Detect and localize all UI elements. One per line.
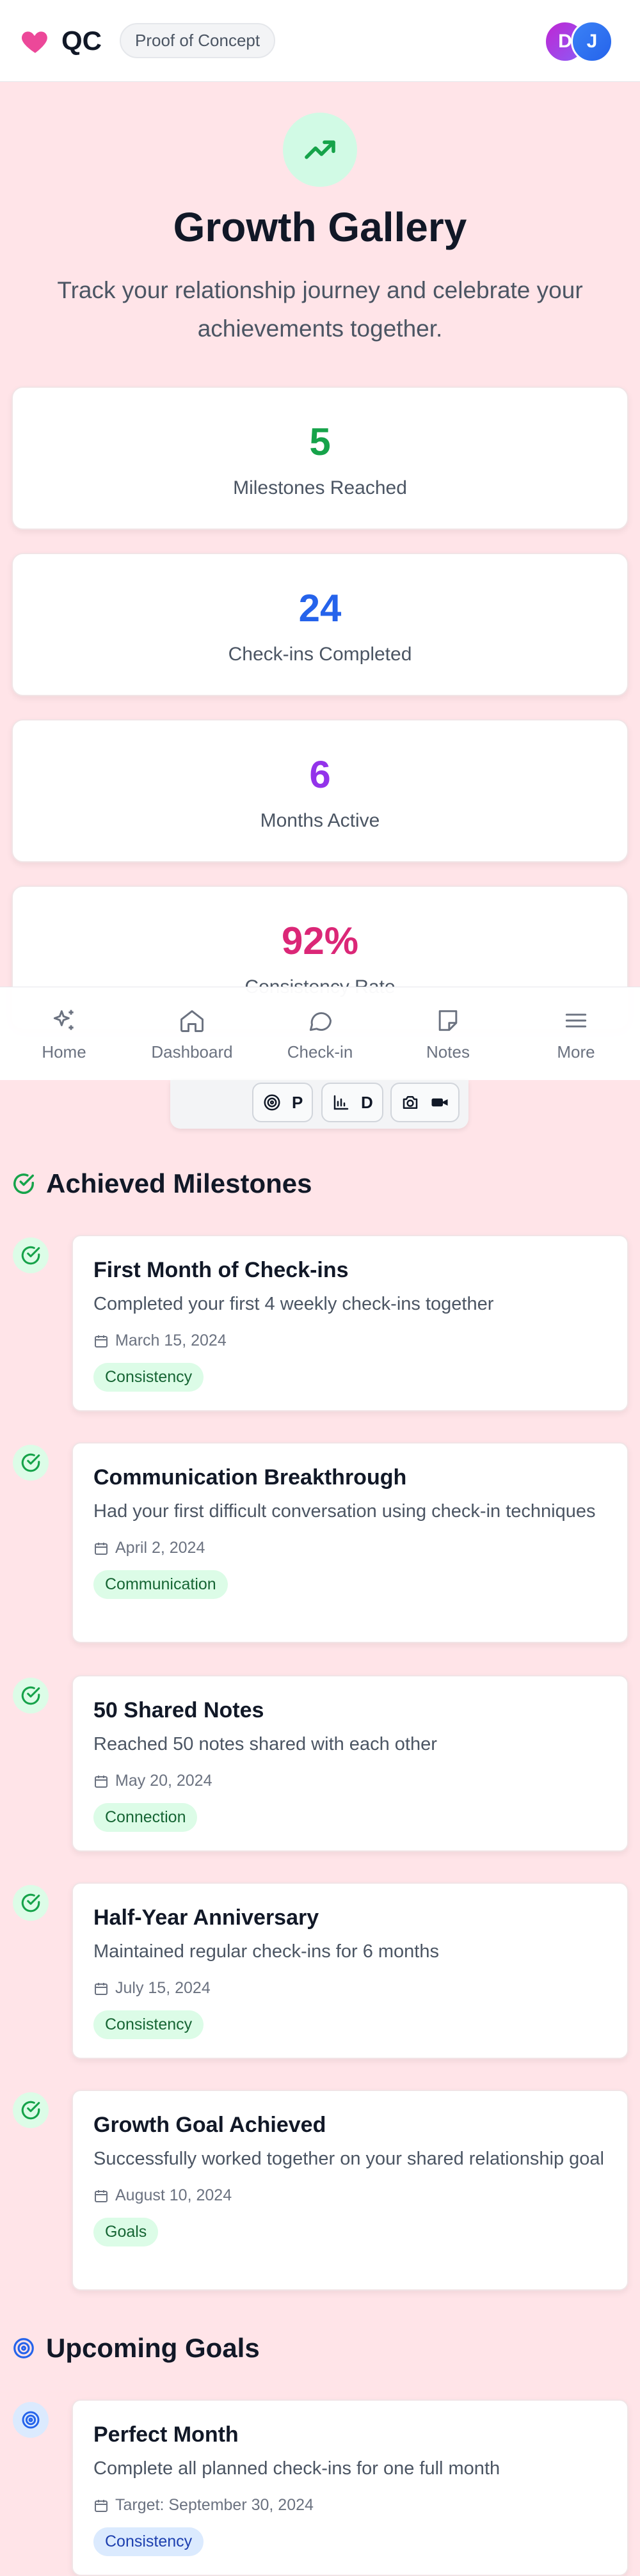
milestone-title: Communication Breakthrough [93, 1465, 407, 1490]
nav-label: Dashboard [151, 1042, 233, 1061]
heart-logo-icon [22, 31, 47, 53]
partner-avatars[interactable]: D J [544, 20, 621, 63]
nav-item-more[interactable]: More [512, 987, 640, 1080]
stat-value: 24 [298, 587, 342, 630]
menu-icon [565, 1014, 587, 1028]
proof-of-concept-badge: Proof of Concept [120, 23, 276, 58]
goal-title: Perfect Month [93, 2422, 239, 2447]
stat-card-milestones: 5 Milestones Reached [12, 386, 628, 530]
check-circle-icon [13, 1885, 49, 1921]
stat-card-checkins: 24 Check-ins Completed [12, 553, 628, 696]
milestone-date-text: April 2, 2024 [115, 1539, 205, 1557]
check-circle-icon [13, 1678, 49, 1713]
milestone-title: First Month of Check-ins [93, 1258, 349, 1282]
category-tag: Communication [93, 1570, 228, 1599]
dev-toolbar: P D [170, 1080, 468, 1129]
stat-card-months: 6 Months Active [12, 719, 628, 863]
milestone-description: Maintained regular check-ins for 6 month… [93, 1941, 439, 1962]
check-circle-icon [13, 1173, 34, 1194]
nav-label: More [557, 1042, 595, 1061]
category-tag: Connection [93, 1803, 198, 1832]
bar-chart-icon [333, 1095, 349, 1110]
milestone-card[interactable]: Growth Goal Achieved Successfully worked… [72, 2090, 628, 2291]
toolbar-group-chart[interactable]: D [321, 1083, 383, 1122]
upcoming-goals-header: Upcoming Goals [12, 2333, 260, 2364]
milestone-date: April 2, 2024 [93, 1539, 607, 1557]
nav-item-checkin[interactable]: Check-in [256, 987, 384, 1080]
sticky-note-icon [438, 1010, 458, 1031]
calendar-icon [95, 2190, 108, 2202]
nav-item-dashboard[interactable]: Dashboard [128, 987, 256, 1080]
milestone-description: Reached 50 notes shared with each other [93, 1734, 437, 1754]
nav-item-home[interactable]: Home [0, 987, 128, 1080]
calendar-icon [95, 1542, 108, 1555]
milestone-description: Successfully worked together on your sha… [93, 2149, 604, 2169]
milestone-date-text: May 20, 2024 [115, 1772, 212, 1790]
milestone-date-text: July 15, 2024 [115, 1979, 211, 1997]
check-circle-icon [13, 2092, 49, 2128]
target-icon [13, 2402, 49, 2438]
category-tag: Consistency [93, 2527, 204, 2556]
section-title: Upcoming Goals [46, 2333, 260, 2363]
calendar-icon [95, 1982, 108, 1995]
toolbar-group-label: P [292, 1092, 303, 1112]
milestone-description: Completed your first 4 weekly check-ins … [93, 1294, 494, 1314]
toolbar-group-label: D [361, 1092, 373, 1112]
nav-label: Home [42, 1042, 86, 1061]
toolbar-group-media[interactable] [390, 1083, 460, 1122]
stat-label: Months Active [260, 810, 380, 831]
page-title: Growth Gallery [173, 204, 467, 250]
category-tag: Goals [93, 2218, 159, 2246]
milestone-date: August 10, 2024 [93, 2186, 607, 2205]
milestone-card[interactable]: First Month of Check-ins Completed your … [72, 1235, 628, 1411]
avatar-partner-2[interactable]: J [571, 20, 613, 63]
category-tag: Consistency [93, 1363, 204, 1392]
top-bar: QC Proof of Concept D J [0, 0, 640, 82]
house-icon [180, 1010, 204, 1032]
toolbar-group-target[interactable]: P [252, 1083, 314, 1122]
achieved-milestones-header: Achieved Milestones [12, 1168, 312, 1199]
target-icon [13, 2338, 34, 2358]
app-logo-text[interactable]: QC [61, 26, 102, 56]
milestone-title: Growth Goal Achieved [93, 2113, 326, 2137]
milestone-date: July 15, 2024 [93, 1979, 607, 1998]
check-circle-icon [13, 1237, 49, 1273]
bottom-nav: Home Dashboard Check-in Notes More [0, 987, 640, 1080]
milestone-date: May 20, 2024 [93, 1772, 607, 1790]
milestone-date-text: March 15, 2024 [115, 1332, 227, 1349]
calendar-icon [95, 2499, 108, 2512]
calendar-icon [95, 1335, 108, 1348]
section-title: Achieved Milestones [46, 1168, 312, 1198]
nav-item-notes[interactable]: Notes [384, 987, 512, 1080]
page-subtitle: Track your relationship journey and cele… [57, 277, 583, 342]
category-tag: Consistency [93, 2010, 204, 2039]
stat-value: 92% [281, 919, 359, 962]
milestone-date-text: August 10, 2024 [115, 2186, 232, 2204]
goal-description: Complete all planned check-ins for one f… [93, 2458, 500, 2479]
nav-label: Notes [426, 1042, 470, 1061]
chat-bubble-icon [309, 1012, 332, 1031]
stat-value: 6 [309, 753, 331, 796]
goal-date: Target: September 30, 2024 [93, 2496, 607, 2515]
milestone-description: Had your first difficult conversation us… [93, 1501, 596, 1522]
milestone-card[interactable]: Communication Breakthrough Had your firs… [72, 1442, 628, 1643]
milestone-title: Half-Year Anniversary [93, 1905, 319, 1930]
goal-card[interactable]: Perfect Month Complete all planned check… [72, 2399, 628, 2576]
video-camera-icon [431, 1098, 448, 1107]
milestone-date: March 15, 2024 [93, 1332, 607, 1350]
camera-icon [403, 1096, 418, 1109]
check-circle-icon [13, 1445, 49, 1481]
stat-label: Milestones Reached [233, 477, 407, 498]
goal-date-text: Target: September 30, 2024 [115, 2496, 314, 2514]
nav-label: Check-in [287, 1042, 353, 1061]
milestone-title: 50 Shared Notes [93, 1698, 264, 1722]
stat-value: 5 [309, 420, 331, 463]
milestone-card[interactable]: 50 Shared Notes Reached 50 notes shared … [72, 1675, 628, 1852]
calendar-icon [95, 1775, 108, 1788]
target-icon [264, 1094, 280, 1111]
milestone-card[interactable]: Half-Year Anniversary Maintained regular… [72, 1882, 628, 2059]
stat-label: Check-ins Completed [228, 644, 412, 665]
sparkles-icon [53, 1010, 74, 1030]
trending-up-icon [283, 113, 357, 187]
